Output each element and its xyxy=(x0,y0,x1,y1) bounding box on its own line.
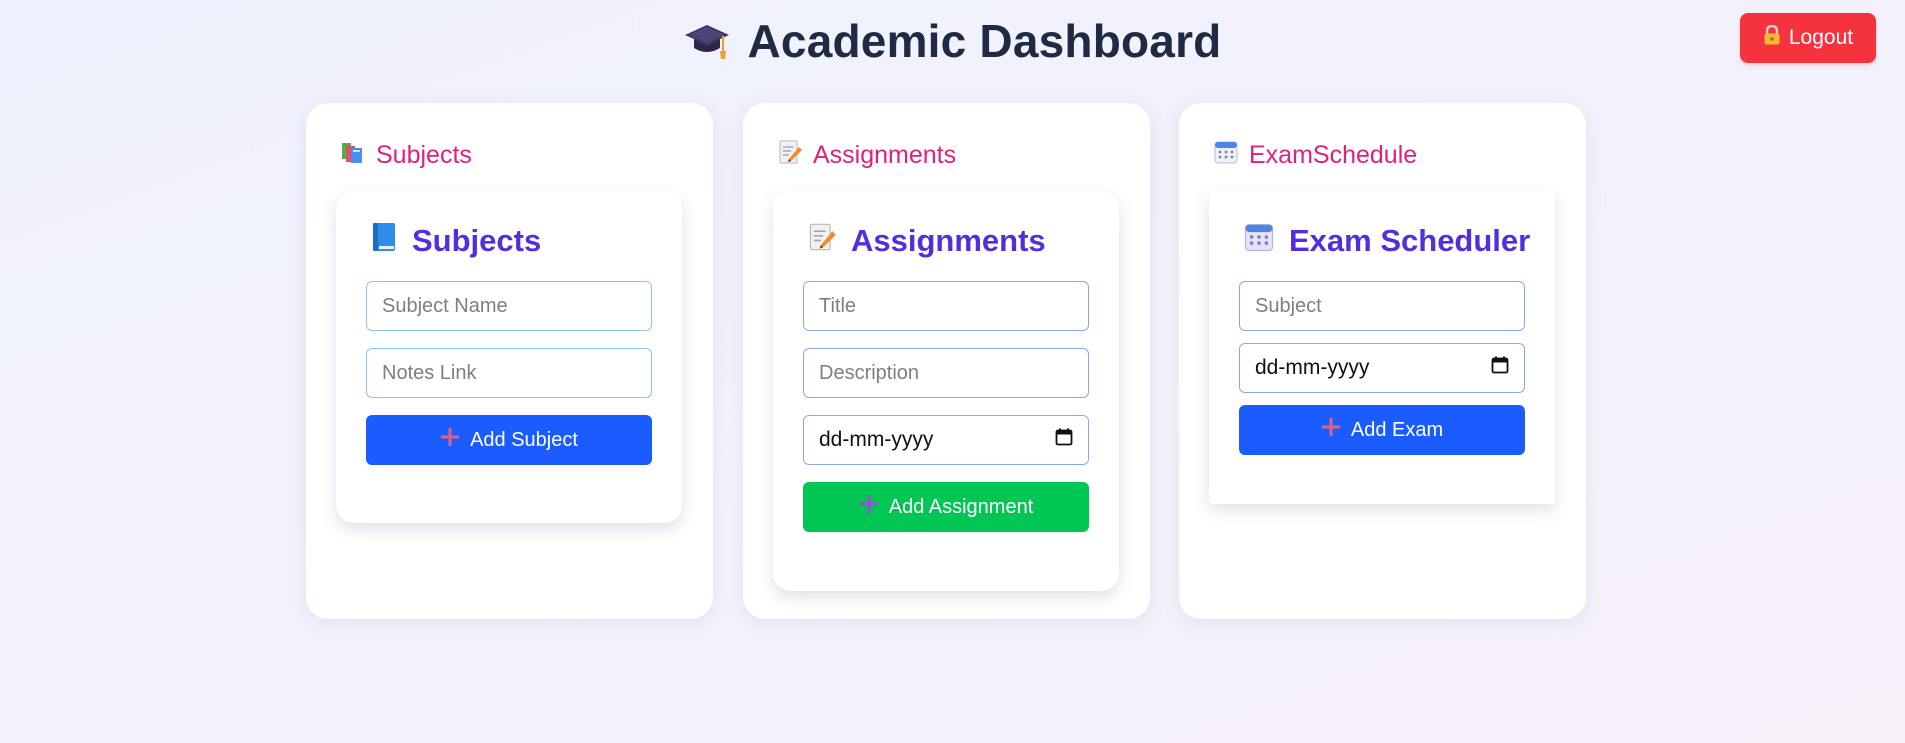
notes-link-input[interactable] xyxy=(366,348,652,398)
graduation-cap-icon xyxy=(684,20,730,74)
subjects-card-heading: Subjects xyxy=(340,139,472,172)
assignments-card-heading-label: Assignments xyxy=(813,141,957,169)
books-icon xyxy=(340,139,366,172)
memo-icon xyxy=(807,221,837,261)
assignments-card: Assignments Assignments dd-mm-yyyy xyxy=(743,103,1150,619)
assignment-description-input[interactable] xyxy=(803,348,1089,398)
subject-name-input[interactable] xyxy=(366,281,652,331)
blue-book-icon xyxy=(370,221,398,261)
exam-scheduler-panel-title-label: Exam Scheduler xyxy=(1289,223,1531,258)
assignments-panel: Assignments dd-mm-yyyy Ad xyxy=(773,191,1119,591)
plus-icon xyxy=(1321,417,1341,443)
add-assignment-button[interactable]: Add Assignment xyxy=(803,482,1089,532)
assignment-date-value: dd-mm-yyyy xyxy=(819,428,934,451)
page-title-text: Academic Dashboard xyxy=(747,15,1222,67)
assignment-date-input[interactable]: dd-mm-yyyy xyxy=(803,415,1089,465)
exam-subject-input[interactable] xyxy=(1239,281,1525,331)
add-subject-label: Add Subject xyxy=(470,428,578,451)
memo-icon xyxy=(777,139,803,172)
lock-icon xyxy=(1763,24,1781,51)
subjects-card-heading-label: Subjects xyxy=(376,141,472,169)
calendar-picker-icon[interactable] xyxy=(1491,356,1509,380)
plus-icon xyxy=(440,427,460,453)
exam-schedule-card: ExamSchedule Exam Scheduler dd-mm-yyyy xyxy=(1179,103,1586,619)
exam-date-input[interactable]: dd-mm-yyyy xyxy=(1239,343,1525,393)
exam-scheduler-panel-title: Exam Scheduler xyxy=(1243,221,1530,261)
calendar-icon xyxy=(1243,221,1275,261)
add-exam-button[interactable]: Add Exam xyxy=(1239,405,1525,455)
plus-icon xyxy=(859,494,879,520)
subjects-panel-title: Subjects xyxy=(370,221,541,261)
assignments-panel-title: Assignments xyxy=(807,221,1046,261)
subjects-card: Subjects Subjects Add Subject xyxy=(306,103,713,619)
assignment-title-input[interactable] xyxy=(803,281,1089,331)
exam-date-value: dd-mm-yyyy xyxy=(1255,356,1370,379)
add-assignment-label: Add Assignment xyxy=(888,495,1034,518)
exam-schedule-card-heading: ExamSchedule xyxy=(1213,139,1417,172)
exam-scheduler-panel: Exam Scheduler dd-mm-yyyy Add xyxy=(1209,191,1555,504)
logout-label: Logout xyxy=(1788,26,1854,49)
calendar-icon xyxy=(1213,139,1239,172)
assignments-panel-title-label: Assignments xyxy=(851,223,1046,258)
calendar-picker-icon[interactable] xyxy=(1055,428,1073,452)
exam-schedule-card-heading-label: ExamSchedule xyxy=(1249,141,1418,169)
logout-button[interactable]: Logout xyxy=(1740,13,1876,63)
assignments-card-heading: Assignments xyxy=(777,139,956,172)
subjects-panel-title-label: Subjects xyxy=(412,223,542,258)
add-exam-label: Add Exam xyxy=(1350,418,1444,441)
page-title: Academic Dashboard xyxy=(0,14,1905,74)
add-subject-button[interactable]: Add Subject xyxy=(366,415,652,465)
subjects-panel: Subjects Add Subject xyxy=(336,191,682,523)
